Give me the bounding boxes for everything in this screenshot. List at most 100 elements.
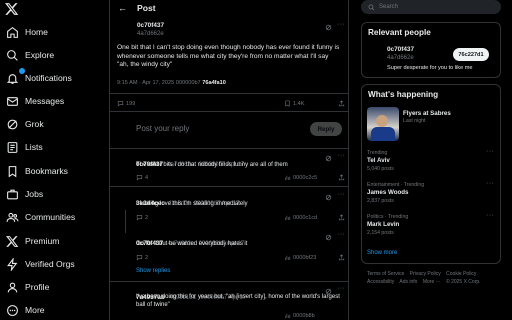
nav-label-grok: Grok xyxy=(25,119,44,129)
grok-icon[interactable] xyxy=(325,155,332,162)
comment-icon xyxy=(136,215,143,221)
nav-item-bookmarks[interactable]: Bookmarks xyxy=(6,162,68,180)
reply-comment-count: 4 xyxy=(145,174,149,181)
nav-item-communities[interactable]: Communities xyxy=(6,208,75,226)
trend-title[interactable]: James Woods xyxy=(367,189,409,196)
more-options-icon[interactable]: ··· xyxy=(337,152,346,159)
avatar[interactable] xyxy=(117,154,133,170)
more-options-icon[interactable]: ··· xyxy=(337,231,346,238)
reply-comment-action[interactable]: 4 xyxy=(136,174,148,181)
views-icon xyxy=(285,215,291,220)
more-options-icon[interactable]: ··· xyxy=(486,148,495,155)
more-options-icon[interactable]: ··· xyxy=(486,180,495,187)
bell-icon xyxy=(6,73,19,84)
show-replies-link[interactable]: Show replies xyxy=(136,268,170,274)
grok-icon[interactable] xyxy=(325,194,332,201)
trend-count: 2,837 posts xyxy=(367,198,394,204)
nav-item-notifications[interactable]: Notifications xyxy=(6,68,72,87)
avatar[interactable] xyxy=(367,47,383,63)
footer-link[interactable]: More ··· xyxy=(423,279,441,285)
footer: Terms of Service Privacy Policy Cookie P… xyxy=(367,270,502,286)
search-icon xyxy=(7,49,18,61)
nav-label-communities: Communities xyxy=(25,212,76,222)
more-options-icon[interactable]: ··· xyxy=(337,191,346,198)
nav-item-lists[interactable]: Lists xyxy=(6,138,43,156)
nav-item-verified-orgs[interactable]: Verified Orgs xyxy=(6,255,75,273)
more-options-icon[interactable]: ··· xyxy=(486,212,495,219)
search-input[interactable]: Search xyxy=(361,0,501,14)
nav-item-grok[interactable]: Grok xyxy=(6,115,44,133)
reply-comment-action[interactable]: 2 xyxy=(136,254,148,261)
reply-comment-count: 2 xyxy=(145,214,149,221)
post-author-name[interactable]: 0c70f437 xyxy=(137,22,164,29)
avatar[interactable] xyxy=(117,193,133,209)
page-title: Post xyxy=(137,3,156,13)
bookmark-icon xyxy=(285,100,290,107)
reply-comment-count: 2 xyxy=(145,254,149,261)
reply-views[interactable]: 0000c2c5 xyxy=(284,174,317,181)
reply-views[interactable]: 0000b8b xyxy=(284,312,315,319)
nav-item-more[interactable]: More xyxy=(6,301,45,319)
avatar xyxy=(117,121,133,137)
trend-count: 5,040 posts xyxy=(367,166,394,172)
comment-icon xyxy=(136,175,143,181)
more-options-icon[interactable]: ··· xyxy=(337,285,346,292)
more-circle-icon xyxy=(7,304,18,316)
relevant-name[interactable]: 0c70f437 xyxy=(387,46,414,53)
divider xyxy=(110,148,348,149)
event-image-jersey xyxy=(371,127,395,141)
event-title[interactable]: Flyers at Sabres xyxy=(403,110,451,117)
nav-label-more: More xyxy=(25,305,45,315)
nav-label-bookmarks: Bookmarks xyxy=(25,166,68,176)
nav-item-explore[interactable]: Explore xyxy=(6,46,54,64)
reply-text: The other bits I do that nobody finds fu… xyxy=(136,162,288,168)
avatar[interactable] xyxy=(117,23,133,39)
nav-item-premium[interactable]: Premium xyxy=(6,232,59,250)
footer-link[interactable]: Accessibility xyxy=(367,279,394,285)
bookmark-icon xyxy=(8,165,17,177)
share-action[interactable] xyxy=(338,254,345,261)
reply-views[interactable]: 0000c1cd xyxy=(284,214,317,221)
show-more-link[interactable]: Show more xyxy=(367,250,397,256)
reply-comment-action[interactable]: 2 xyxy=(136,214,148,221)
share-action[interactable] xyxy=(338,174,345,181)
post-meta: 9:15 AM · Apr 17, 2025 000000b7 76a4fa10 xyxy=(117,80,226,86)
footer-link[interactable]: Cookie Policy xyxy=(446,271,476,277)
follow-button[interactable]: 76c227d1 xyxy=(453,48,489,61)
share-action[interactable] xyxy=(338,100,345,107)
grok-icon[interactable] xyxy=(325,24,332,31)
nav-item-messages[interactable]: Messages xyxy=(6,92,64,110)
grok-icon[interactable] xyxy=(325,234,332,241)
post-author-handle[interactable]: 4a7d662e xyxy=(137,31,164,37)
main-column: ← Post 0c70f437 4a7d662e ··· One bit tha… xyxy=(109,0,349,320)
share-icon xyxy=(338,214,345,221)
nav-item-home[interactable]: Home xyxy=(6,23,48,41)
nav-label-messages: Messages xyxy=(25,96,65,106)
more-options-icon[interactable]: ··· xyxy=(337,21,346,28)
divider xyxy=(110,93,348,94)
nav-item-jobs[interactable]: Jobs xyxy=(6,185,43,203)
people-icon xyxy=(6,212,19,222)
divider xyxy=(110,186,348,187)
trend-count: 2,154 posts xyxy=(367,230,394,236)
mail-icon xyxy=(7,96,18,106)
footer-link[interactable]: Privacy Policy xyxy=(410,271,441,277)
x-logo-icon[interactable] xyxy=(5,2,19,16)
nav-label-explore: Explore xyxy=(25,50,55,60)
reply-input[interactable]: Post your reply xyxy=(136,124,189,133)
footer-link[interactable]: Terms of Service xyxy=(367,271,404,277)
footer-link[interactable]: Ads info xyxy=(399,279,417,285)
reply-views[interactable]: 0000bf23 xyxy=(284,254,316,261)
nav-item-profile[interactable]: Profile xyxy=(6,278,49,296)
reply-button[interactable]: Reply xyxy=(310,122,342,136)
avatar[interactable] xyxy=(117,287,133,303)
bookmark-action[interactable]: 1.4K xyxy=(284,100,305,107)
event-thumbnail[interactable] xyxy=(367,107,399,141)
trend-title[interactable]: Tel Aviv xyxy=(367,157,390,164)
trend-title[interactable]: Mark Levin xyxy=(367,221,399,228)
relevant-handle[interactable]: 4a7d662e xyxy=(387,55,414,61)
reply-action[interactable]: 199 xyxy=(117,100,135,107)
share-action[interactable] xyxy=(338,214,345,221)
avatar[interactable] xyxy=(117,233,133,249)
back-arrow-icon[interactable]: ← xyxy=(118,3,127,13)
